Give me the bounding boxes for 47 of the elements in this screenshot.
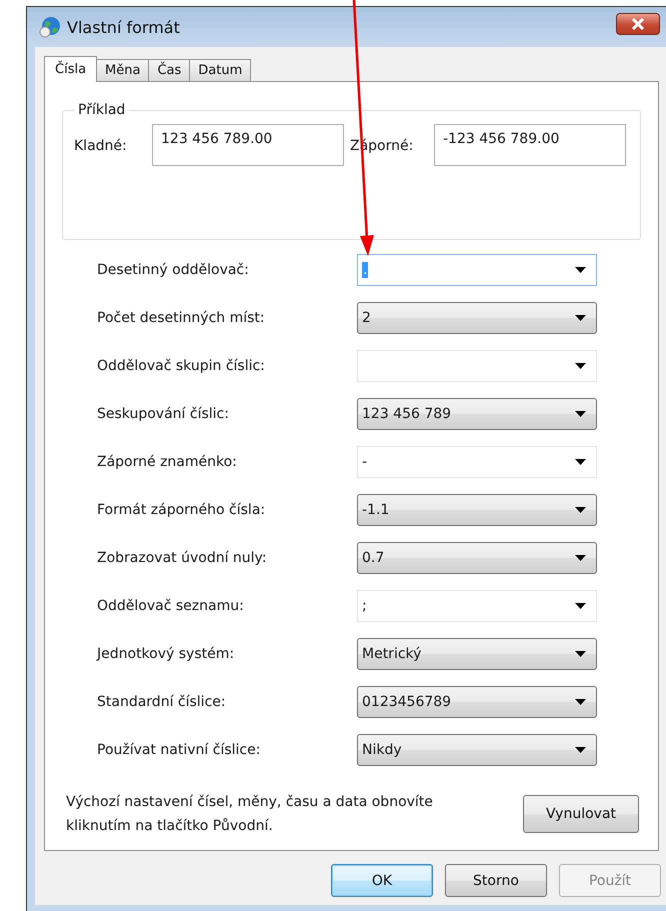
tab[interactable]: Měna [96, 59, 150, 81]
dropdown[interactable]: Metrický [357, 638, 597, 670]
caret-icon [575, 459, 586, 465]
tab[interactable]: Datum [189, 59, 252, 81]
dropdown[interactable]: 0123456789 [357, 686, 597, 718]
field-label: Zobrazovat úvodní nuly: [97, 550, 268, 566]
field-label: Kladné: [74, 138, 128, 154]
reset-button[interactable]: Vynulovat [523, 795, 639, 833]
example-field: -123 456 789.00 [434, 124, 626, 166]
field-label: Používat nativní číslice: [97, 742, 262, 758]
field-label: Oddělovač seznamu: [97, 598, 245, 614]
field-label: Jednotkový systém: [97, 646, 236, 662]
dropdown[interactable]: 0.7 [357, 542, 597, 574]
field-label: Formát záporného čísla: [97, 502, 266, 518]
dropdown[interactable]: Nikdy [357, 734, 597, 766]
caret-icon [575, 699, 586, 705]
caret-icon [575, 315, 586, 321]
globe-icon [39, 16, 61, 38]
caret-icon [575, 507, 586, 513]
close-button[interactable] [616, 13, 660, 35]
hint-text: Výchozí nastavení čísel, měny, času a data obnovíte kliknutím na tlačítko Původní. [66, 793, 434, 836]
caret-icon [575, 411, 586, 417]
caret-icon [575, 747, 586, 753]
field-label: Standardní číslice: [97, 694, 227, 710]
window-title: Vlastní formát [67, 18, 180, 36]
dropdown[interactable]: 2 [357, 302, 597, 334]
close-icon [631, 18, 645, 30]
caret-icon [575, 603, 586, 609]
caret-icon [575, 555, 586, 561]
example-field: 123 456 789.00 [152, 124, 344, 166]
tab[interactable]: Čas [148, 59, 190, 81]
dropdown[interactable]: -1.1 [357, 494, 597, 526]
field-label: Počet desetinných míst: [97, 310, 266, 326]
field-label: Seskupování číslic: [97, 406, 230, 422]
tab[interactable]: Čísla [44, 56, 98, 82]
dropdown[interactable]: 123 456 789 [357, 398, 597, 430]
caret-icon [575, 363, 586, 369]
field-label: Záporné znaménko: [97, 454, 238, 470]
group-title: Příklad [77, 102, 126, 118]
caret-icon [575, 651, 586, 657]
dialog-button[interactable]: Storno [445, 864, 547, 897]
dropdown[interactable]: - [357, 446, 597, 478]
dialog-button[interactable]: OK [331, 864, 433, 897]
field-label: Oddělovač skupin číslic: [97, 358, 266, 374]
field-label: Desetinný oddělovač: [97, 262, 250, 278]
dropdown[interactable]: ; [357, 590, 597, 622]
caret-icon [575, 267, 586, 273]
